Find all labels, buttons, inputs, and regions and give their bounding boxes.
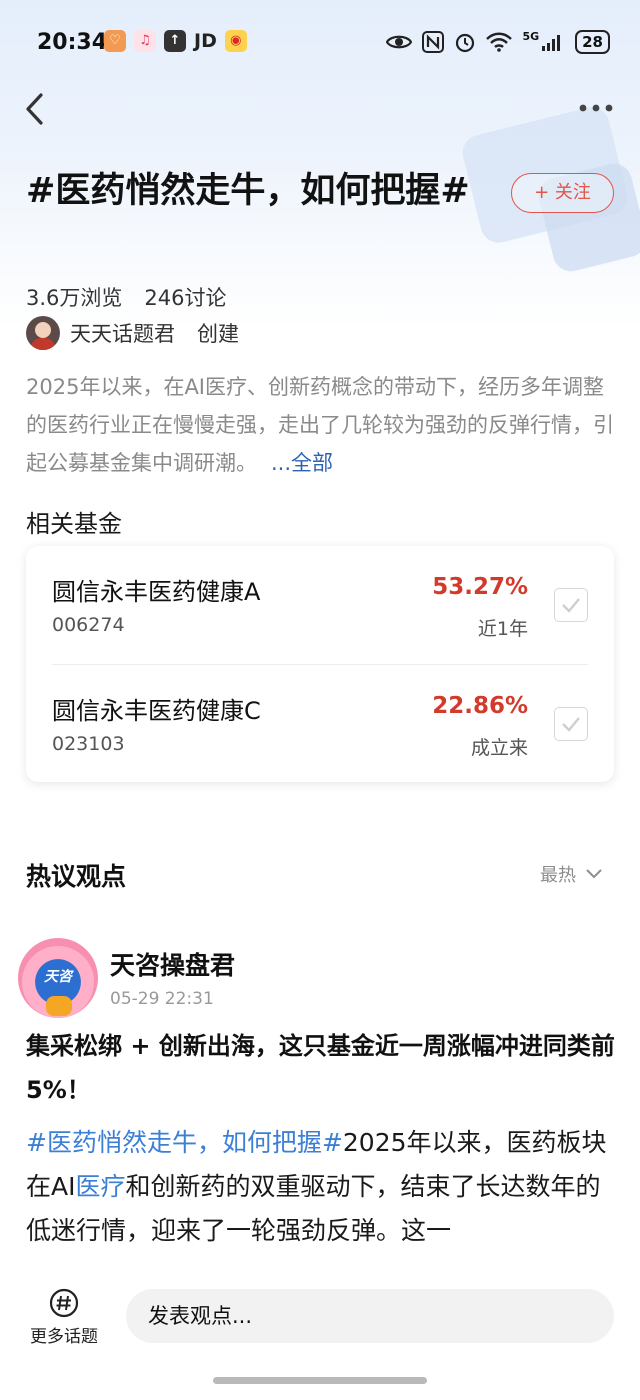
related-funds-heading: 相关基金 <box>26 510 122 538</box>
avatar-text: 天咨 <box>44 969 72 985</box>
related-funds-card: 圆信永丰医药健康A 006274 53.27% 近1年 圆信永丰医药健康C 02… <box>26 546 614 782</box>
hot-views-heading: 热议观点 <box>26 862 127 891</box>
post-timestamp: 05-29 22:31 <box>110 989 214 1009</box>
fund-return: 22.86% <box>432 693 528 719</box>
fund-checkbox[interactable] <box>554 588 588 622</box>
post-headline[interactable]: 集采松绑 + 创新出海，这只基金近一周涨幅冲进同类前 5%！ <box>26 1024 618 1112</box>
eye-icon <box>386 35 413 49</box>
follow-button[interactable]: + 关注 <box>511 173 614 213</box>
fund-return: 53.27% <box>432 574 528 600</box>
creator-role: 创建 <box>197 322 239 346</box>
post-author-avatar[interactable]: 天咨 <box>18 938 98 1018</box>
fund-return-period: 近1年 <box>477 618 528 640</box>
more-topics-button[interactable]: 更多话题 <box>22 1288 106 1347</box>
bottom-bar: 更多话题 发表观点... <box>0 1274 640 1400</box>
sort-dropdown[interactable]: 最热 <box>540 861 602 887</box>
post-author-name[interactable]: 天咨操盘君 <box>110 946 235 982</box>
chevron-down-icon <box>586 869 602 879</box>
shield-app-icon: ♡ <box>104 30 126 52</box>
fund-name[interactable]: 圆信永丰医药健康A <box>52 572 260 607</box>
post-body[interactable]: #医药悄然走牛，如何把握#2025年以来，医药板块在AI医疗和创新药的双重驱动下… <box>26 1121 618 1269</box>
expand-description-link[interactable]: ...全部 <box>271 451 333 475</box>
sort-label[interactable]: 最热 <box>540 861 576 887</box>
post-topic-tag[interactable]: #医药悄然走牛，如何把握# <box>26 1128 343 1157</box>
status-time: 20:34 <box>37 30 108 55</box>
more-topics-label: 更多话题 <box>30 1327 98 1347</box>
home-indicator[interactable] <box>213 1377 427 1384</box>
nfc-icon <box>422 31 445 53</box>
fund-row[interactable]: 圆信永丰医药健康C 023103 22.86% 成立来 <box>52 664 588 782</box>
upload-app-icon: ↑ <box>164 30 186 52</box>
system-icons: 5G 28 <box>386 30 610 54</box>
discussion-count: 246讨论 <box>144 286 227 310</box>
fund-name[interactable]: 圆信永丰医药健康C <box>52 691 261 726</box>
avatar-badge <box>46 996 72 1016</box>
check-icon <box>562 598 580 613</box>
battery-icon: 28 <box>575 30 610 54</box>
status-bar: 20:34 ♡ ♫ ↑ JD ◉ 5G 28 <box>0 0 640 88</box>
topic-description: 2025年以来，在AI医疗、创新药概念的带动下，经历多年调整的医药行业正在慢慢走… <box>26 368 618 482</box>
creator-name[interactable]: 天天话题君 <box>70 318 175 348</box>
notification-icons: ♡ ♫ ↑ JD ◉ <box>104 30 247 52</box>
fund-checkbox[interactable] <box>554 707 588 741</box>
hashtag-icon <box>49 1288 79 1318</box>
check-icon <box>562 717 580 732</box>
music-app-icon: ♫ <box>134 30 156 52</box>
weibo-app-icon: ◉ <box>224 30 247 52</box>
topic-stats: 3.6万浏览 246讨论 <box>26 282 227 312</box>
content-fade <box>0 1248 640 1274</box>
topic-title: #医药悄然走牛，如何把握# <box>26 171 470 211</box>
view-count: 3.6万浏览 <box>26 286 123 310</box>
jd-app-icon: JD <box>194 30 217 52</box>
fund-row[interactable]: 圆信永丰医药健康A 006274 53.27% 近1年 <box>26 546 614 664</box>
network-type: 5G <box>522 29 540 43</box>
topic-creator[interactable]: 天天话题君 创建 <box>26 316 239 350</box>
fund-code: 006274 <box>52 614 125 636</box>
wifi-icon <box>486 32 513 52</box>
comment-input[interactable]: 发表观点... <box>126 1289 614 1343</box>
fund-return-period: 成立来 <box>470 737 528 759</box>
alarm-icon <box>456 33 475 53</box>
back-arrow-icon[interactable] <box>22 92 52 126</box>
creator-avatar[interactable] <box>26 316 60 350</box>
fund-code: 023103 <box>52 733 125 755</box>
more-options-icon[interactable] <box>578 96 614 120</box>
post-inline-link[interactable]: 医疗 <box>75 1172 125 1201</box>
signal-icon <box>542 35 561 51</box>
